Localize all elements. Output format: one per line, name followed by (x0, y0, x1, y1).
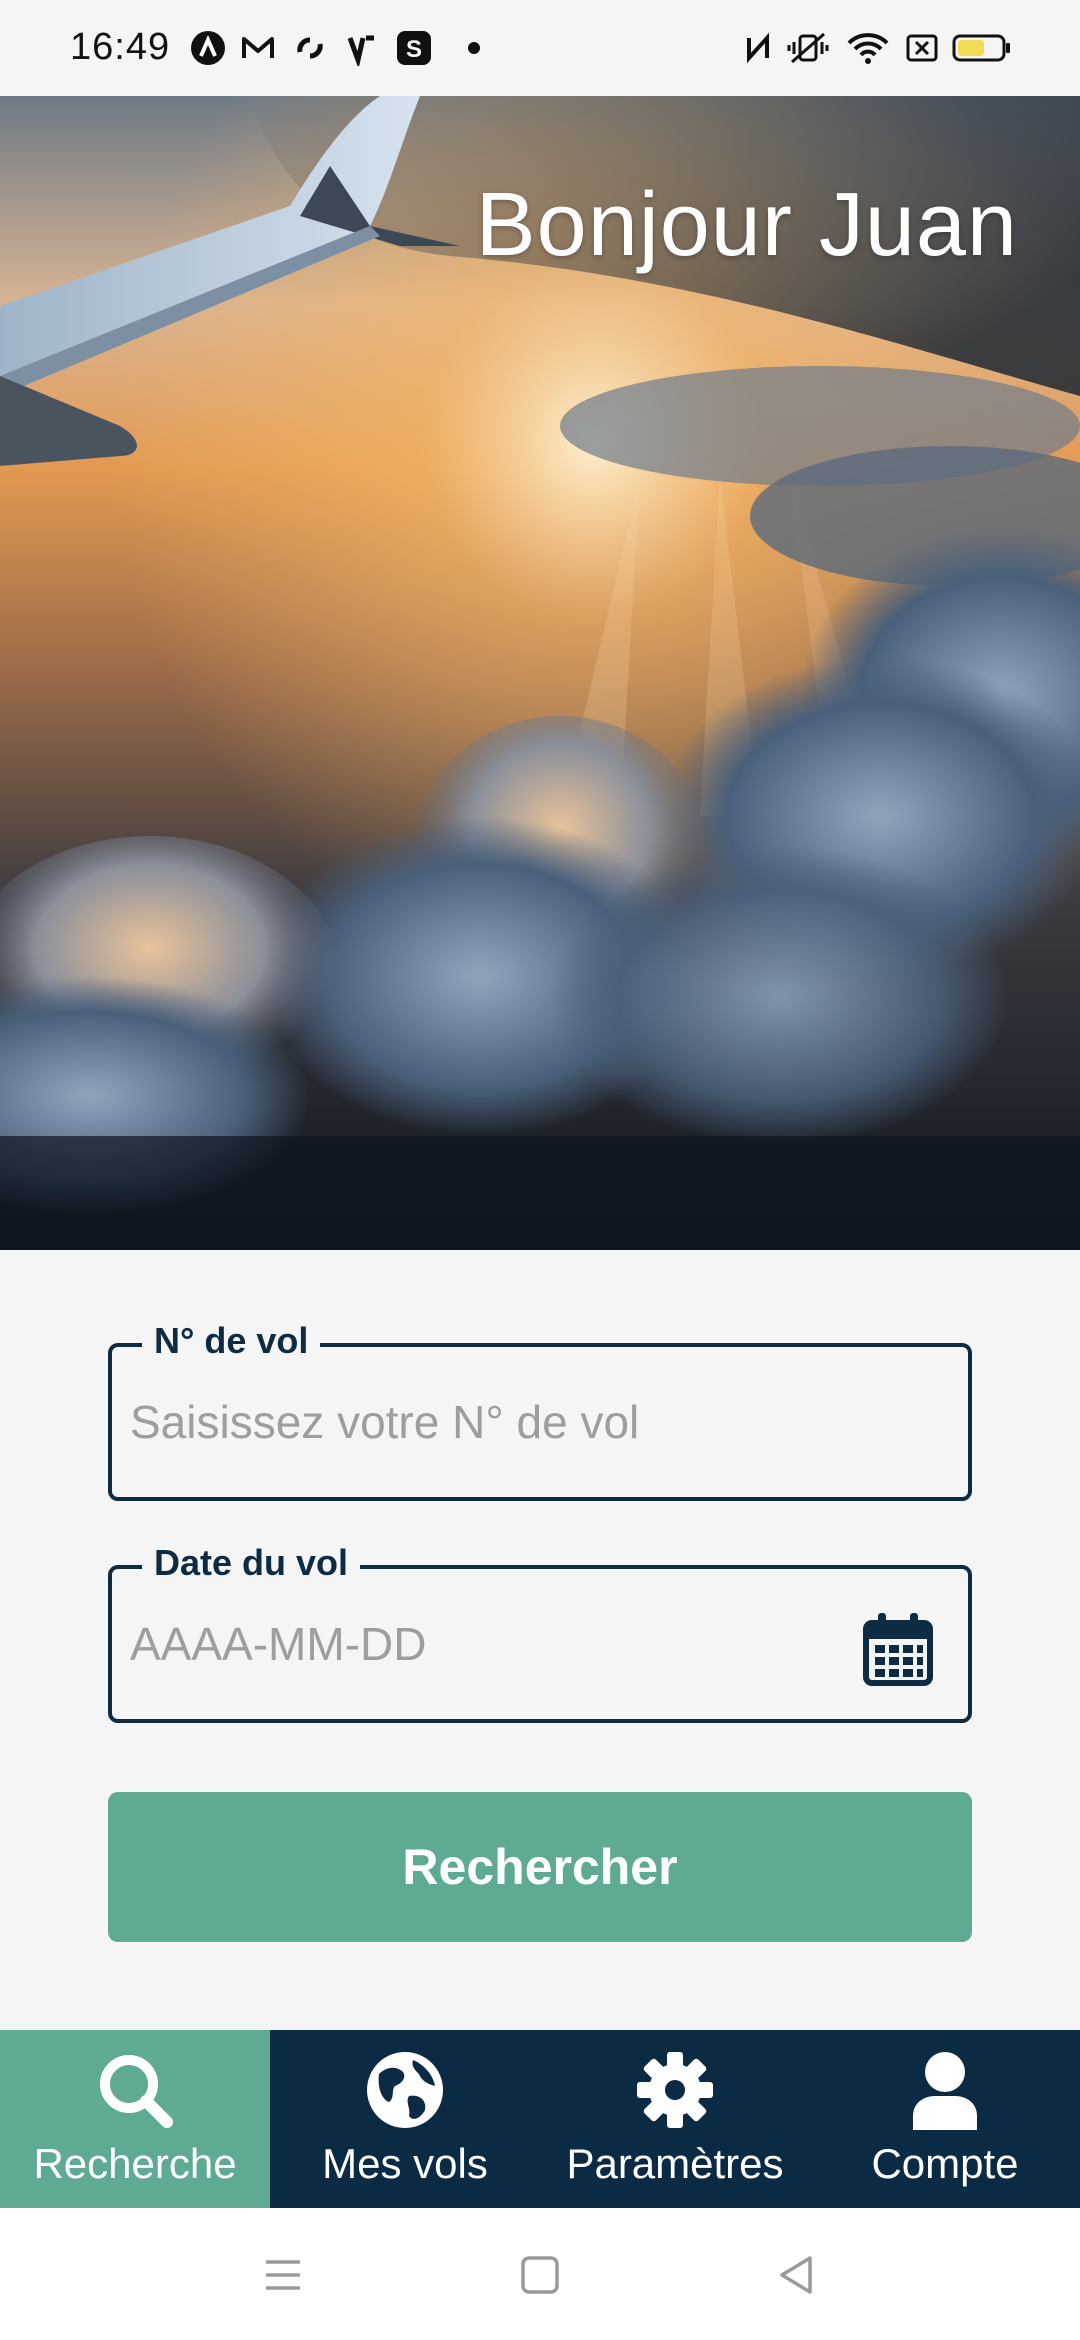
bottom-navigation: Recherche Mes vols Paramètres Compte (0, 2030, 1080, 2208)
greeting-title: Bonjour Juan (475, 175, 1018, 275)
back-icon[interactable] (772, 2250, 822, 2300)
flight-date-field: Date du vol (108, 1539, 972, 1723)
nav-item-parametres[interactable]: Paramètres (540, 2030, 810, 2208)
home-icon[interactable] (515, 2250, 565, 2300)
user-icon (913, 2052, 977, 2130)
system-navigation-bar (0, 2208, 1080, 2340)
hero-image: Bonjour Juan (0, 96, 1080, 1250)
battery-icon (952, 34, 1010, 62)
menu-icon[interactable] (258, 2250, 308, 2300)
app-v-icon (347, 35, 374, 66)
search-button[interactable]: Rechercher (108, 1792, 972, 1942)
nav-label-mes-vols: Mes vols (322, 2140, 488, 2187)
nav-label-recherche: Recherche (33, 2140, 237, 2187)
status-time: 16:49 (70, 26, 171, 68)
app-s-icon: S (397, 31, 431, 65)
nav-label-compte: Compte (871, 2140, 1019, 2187)
search-icon (100, 2055, 173, 2128)
wifi-icon (847, 33, 889, 64)
nav-label-parametres: Paramètres (566, 2140, 784, 2187)
flight-date-input[interactable] (130, 1609, 810, 1679)
nav-item-mes-vols[interactable]: Mes vols (270, 2030, 540, 2208)
nav-item-recherche[interactable]: Recherche (0, 2030, 270, 2208)
gmail-icon (242, 37, 274, 58)
globe-icon (367, 2052, 443, 2128)
dot-icon (468, 42, 480, 54)
vibrate-icon (787, 32, 829, 64)
app-loop-icon (297, 37, 323, 59)
flight-number-label: N° de vol (142, 1317, 321, 1365)
nav-item-compte[interactable]: Compte (810, 2030, 1080, 2208)
calendar-icon[interactable] (862, 1611, 934, 1687)
status-bar: 16:49 S (0, 0, 1080, 96)
gear-icon (637, 2052, 713, 2128)
flight-number-input[interactable] (130, 1387, 890, 1457)
flight-date-label: Date du vol (142, 1539, 361, 1587)
sim-icon (906, 34, 938, 62)
flight-search-form: N° de vol Date du vol Rechercher (0, 1250, 1080, 2030)
nfc-icon (747, 32, 769, 64)
flight-number-field: N° de vol (108, 1317, 972, 1501)
app-screen: 16:49 S Bonjour Juan N° de vol Saisissez… (0, 0, 1080, 2340)
app-a-icon (191, 31, 225, 65)
svg-text:S: S (406, 36, 422, 63)
